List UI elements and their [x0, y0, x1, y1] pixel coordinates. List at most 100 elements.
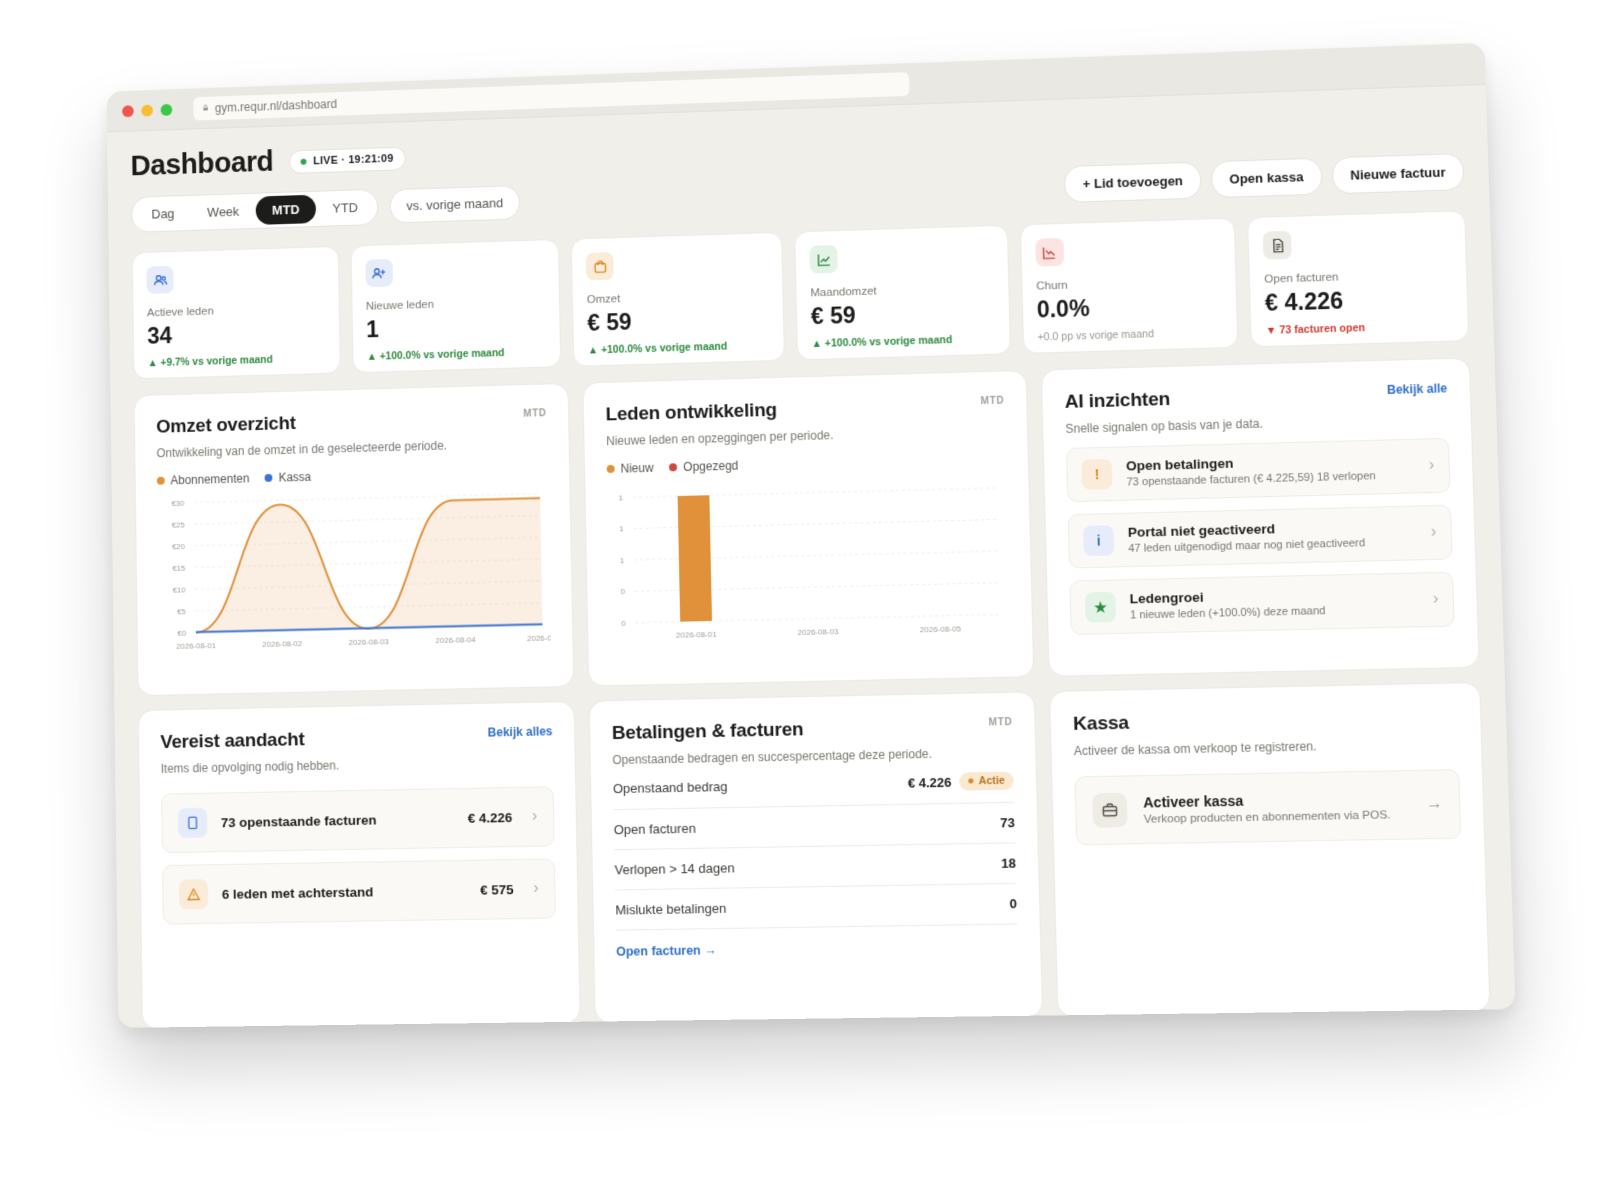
kpi-monthly-revenue[interactable]: Maandomzet € 59 ▲ +100.0% vs vorige maan…: [794, 224, 1011, 361]
legend-item[interactable]: Abonnementen: [156, 472, 250, 488]
chevron-right-icon: ›: [531, 807, 538, 825]
period-mtd[interactable]: MTD: [255, 194, 317, 225]
x-tick-label: 2026-08-01: [676, 630, 717, 640]
kpi-churn[interactable]: Churn 0.0% +0.0 pp vs vorige maand: [1019, 217, 1239, 354]
x-tick-label: 2026-08-04: [435, 635, 476, 645]
payments-period-tag: MTD: [988, 716, 1013, 729]
alert-icon: !: [1081, 458, 1113, 490]
open-invoices-link[interactable]: Open facturen →: [616, 939, 1018, 959]
period-dag[interactable]: Dag: [135, 199, 191, 229]
x-tick-label: 2026-08-03: [349, 637, 390, 647]
attention-arrears[interactable]: 6 leden met achterstand € 575 ›: [162, 858, 556, 925]
kpi-value: € 59: [587, 308, 632, 336]
period-week[interactable]: Week: [191, 197, 256, 227]
legend-label: Opgezegd: [683, 458, 739, 474]
chevron-right-icon: ›: [1428, 456, 1435, 474]
attention-label: 73 openstaande facturen: [220, 812, 377, 830]
ai-insight-growth[interactable]: ★ Ledengroei 1 nieuwe leden (+100.0%) dez…: [1069, 571, 1455, 635]
payments-row: Open facturen 73: [613, 802, 1016, 851]
payments-row-label: Openstaand bedrag: [612, 778, 728, 796]
legend-label: Kassa: [278, 469, 312, 485]
pos-item-title: Activeer kassa: [1143, 792, 1244, 811]
attention-open-invoices[interactable]: 73 openstaande facturen € 4.226 ›: [161, 786, 555, 854]
y-tick-label: €0: [177, 629, 186, 638]
x-tick-label: 2026-08-02: [262, 639, 302, 649]
y-tick-label: €20: [172, 542, 186, 551]
payments-row-value: € 4.226: [907, 774, 952, 791]
action-badge[interactable]: Actie: [959, 771, 1015, 791]
document-icon: [1262, 230, 1293, 260]
revenue-area-chart: €0 €5 €10 €15 €20 €25 €30 2026-08-01 2026-08-02 2…: [171, 485, 559, 651]
pos-item-desc: Verkoop producten en abonnementen via PO…: [1143, 808, 1391, 826]
attention-card: Vereist aandacht Bekijk alles Items die …: [137, 700, 581, 1028]
kpi-revenue[interactable]: Omzet € 59 ▲ +100.0% vs vorige maand: [571, 231, 786, 367]
members-title: Leden ontwikkeling: [605, 399, 778, 426]
payments-row-value: 73: [1000, 814, 1016, 831]
payments-row-label: Open facturen: [613, 820, 696, 838]
members-period-tag: MTD: [980, 395, 1005, 408]
attention-view-all-link[interactable]: Bekijk alles: [488, 724, 553, 739]
payments-card: Betalingen & facturen MTD Openstaande be…: [588, 691, 1044, 1024]
y-tick-label: €30: [171, 499, 185, 508]
badge-dot-icon: [968, 778, 974, 784]
minimize-window-dot[interactable]: [141, 104, 154, 117]
close-window-dot[interactable]: [122, 104, 134, 117]
y-tick-label: 1: [619, 525, 624, 534]
payments-row: Verlopen > 14 dagen 18: [614, 843, 1017, 891]
ai-view-all-link[interactable]: Bekijk alle: [1387, 381, 1448, 397]
attention-label: 6 leden met achterstand: [221, 883, 374, 902]
ai-insight-open-payments[interactable]: ! Open betalingen 73 openstaande facturen…: [1065, 437, 1451, 503]
chevron-right-icon: ›: [533, 879, 539, 897]
open-pos-button[interactable]: Open kassa: [1210, 157, 1323, 199]
info-icon: i: [1083, 525, 1115, 557]
page-title: Dashboard: [130, 146, 274, 183]
briefcase-icon: [1092, 792, 1128, 828]
legend-swatch: [606, 464, 615, 474]
bar-nieuw: [677, 495, 713, 622]
legend-swatch: [156, 476, 165, 485]
legend-swatch: [669, 463, 678, 472]
activate-pos-item[interactable]: Activeer kassa Verkoop producten en abon…: [1074, 769, 1462, 846]
legend-swatch: [264, 473, 273, 482]
new-invoice-button[interactable]: Nieuwe factuur: [1331, 152, 1465, 195]
ai-insight-portal[interactable]: i Portal niet geactiveerd 47 leden uitgen…: [1067, 504, 1453, 569]
kpi-value: € 4.226: [1264, 287, 1344, 316]
payments-row-value: 18: [1001, 855, 1017, 871]
kpi-delta: ▼ 73 facturen open: [1265, 322, 1366, 337]
y-tick-label: 1: [619, 493, 624, 502]
kpi-label: Churn: [1036, 279, 1068, 293]
maximize-window-dot[interactable]: [160, 103, 173, 116]
pos-title: Kassa: [1072, 712, 1130, 735]
kpi-label: Actieve leden: [146, 305, 214, 320]
bag-icon: [586, 251, 615, 281]
legend-item[interactable]: Nieuw: [606, 460, 654, 476]
kpi-open-invoices[interactable]: Open facturen € 4.226 ▼ 73 facturen open: [1247, 210, 1470, 348]
attention-amount: € 575: [479, 881, 514, 898]
add-member-button[interactable]: + Lid toevoegen: [1064, 161, 1202, 203]
live-badge: LIVE · 19:21:09: [288, 146, 406, 174]
revenue-card: Omzet overzicht MTD Ontwikkeling van de …: [133, 382, 575, 697]
attention-subtitle: Items die opvolging nodig hebben.: [160, 758, 340, 776]
pos-subtitle: Activeer de kassa om verkoop te registre…: [1073, 739, 1317, 759]
y-tick-label: 1: [620, 556, 625, 565]
kpi-label: Open facturen: [1264, 271, 1339, 286]
warning-icon: [178, 879, 209, 910]
kpi-delta: ▲ +100.0% vs vorige maand: [587, 340, 728, 357]
chevron-right-icon: ›: [1430, 523, 1437, 541]
kpi-value: 34: [147, 322, 173, 349]
kpi-label: Maandomzet: [810, 285, 877, 300]
x-tick-label: 2026-08-01: [176, 641, 216, 651]
kpi-new-members[interactable]: Nieuwe leden 1 ▲ +100.0% vs vorige maand: [350, 238, 562, 374]
revenue-subtitle: Ontwikkeling van de omzet in de geselect…: [156, 438, 448, 461]
stage: 🔒︎ gym.requr.nl/dashboard Dashboard LIVE…: [0, 0, 1600, 1187]
compare-dropdown[interactable]: vs. vorige maand: [389, 184, 521, 224]
ai-insights-card: AI inzichten Bekijk alle Snelle signalen…: [1040, 357, 1480, 677]
legend-item[interactable]: Kassa: [264, 469, 312, 485]
legend-item[interactable]: Opgezegd: [669, 459, 738, 475]
arrow-right-icon: →: [1425, 795, 1443, 813]
period-ytd[interactable]: YTD: [316, 193, 375, 223]
legend-label: Nieuw: [620, 460, 654, 476]
kpi-active-members[interactable]: Actieve leden 34 ▲ +9.7% vs vorige maand: [131, 245, 341, 380]
chevron-right-icon: ›: [1432, 590, 1439, 608]
chart-down-icon: [1034, 237, 1064, 267]
